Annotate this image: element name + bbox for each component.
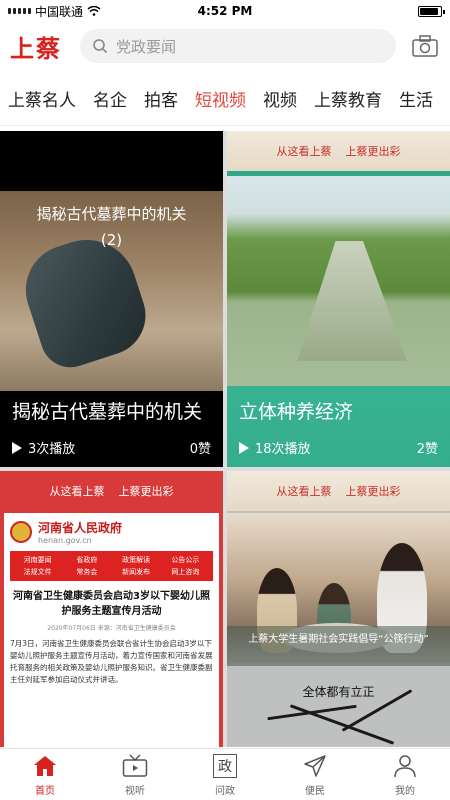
gov-site-url: henan.gov.cn	[38, 536, 92, 545]
banner-left: 从这看上蔡	[49, 485, 105, 498]
user-icon	[394, 755, 416, 778]
tv-icon	[122, 754, 148, 777]
video-title: 揭秘古代墓葬中的机关	[12, 401, 203, 423]
battery-icon	[418, 5, 445, 17]
camera-button[interactable]	[410, 31, 440, 61]
video-card[interactable]: 揭秘古代墓葬中的机关 (2) 揭秘古代墓葬中的机关 3次播放 0赞	[0, 131, 223, 467]
overlay-line-2: (2)	[100, 231, 123, 249]
banner-right: 上蔡更出彩	[345, 485, 401, 498]
gov-nav-item: 常务会	[76, 568, 98, 576]
video-card[interactable]: 从这看上蔡 上蔡更出彩 河南省人民政府 henan.gov.cn 河南要闻 省政…	[0, 471, 223, 747]
doc-body: 7月3日，河南省卫生健康委员会联合省计生协会启动3岁以下婴幼儿照护服务主题宣传月…	[10, 639, 213, 684]
carrier-name: 中国联通	[35, 4, 84, 19]
zheng-icon: 政	[213, 754, 237, 778]
status-time: 4:52 PM	[197, 4, 253, 18]
video-banner: 从这看上蔡 上蔡更出彩	[227, 471, 450, 511]
app-header: 上蔡 党政要闻	[0, 22, 450, 70]
gov-site-name: 河南省人民政府	[38, 521, 123, 535]
tab-video[interactable]: 视频	[263, 86, 297, 111]
gov-nav-item: 河南要闻	[23, 556, 52, 564]
tab-short-video[interactable]: 短视频	[195, 86, 246, 111]
nav-label: 我的	[395, 786, 415, 797]
tab-enterprises[interactable]: 名企	[93, 86, 127, 111]
gov-nav-item: 省政府	[76, 556, 98, 564]
like-count: 2赞	[416, 442, 438, 457]
play-count: 18次播放	[255, 442, 311, 457]
banner-left: 从这看上蔡	[276, 145, 332, 158]
app-logo: 上蔡	[10, 33, 62, 63]
banner-left: 从这看上蔡	[276, 485, 332, 498]
channel-tabs: 上蔡名人 名企 拍客 短视频 视频 上蔡教育 生活	[0, 72, 450, 126]
overlay-line-1: 揭秘古代墓葬中的机关	[36, 205, 187, 223]
home-icon	[34, 756, 56, 776]
carrier-area: 中国联通	[8, 3, 158, 20]
banner-right: 上蔡更出彩	[345, 145, 401, 158]
gov-nav-item: 法规文件	[23, 568, 52, 576]
gov-nav-item: 政策解读	[122, 556, 151, 564]
nav-mine[interactable]: 我的	[360, 749, 450, 800]
video-grid: 揭秘古代墓葬中的机关 (2) 揭秘古代墓葬中的机关 3次播放 0赞 从这看上蔡 …	[0, 131, 450, 747]
doc-title: 河南省卫生健康委员会启动3岁以下婴幼儿照护服务主题宣传月活动	[13, 591, 210, 617]
wifi-icon	[87, 6, 101, 16]
doc-meta: 2020年07月06日 来源：河南省卫生健康委员会	[47, 625, 176, 632]
tab-life[interactable]: 生活	[399, 86, 433, 111]
gov-nav-item: 网上咨询	[171, 568, 200, 576]
camera-icon	[412, 35, 438, 57]
play-icon	[12, 441, 22, 454]
play-icon	[239, 441, 249, 454]
video-info: 揭秘古代墓葬中的机关 3次播放 0赞	[0, 387, 223, 467]
video-title: 立体种养经济	[239, 401, 354, 423]
nav-label: 便民	[305, 786, 325, 797]
search-placeholder: 党政要闻	[116, 37, 177, 56]
video-thumbnail: 河南省人民政府 henan.gov.cn 河南要闻 省政府 政策解读 公告公示 …	[4, 513, 219, 747]
video-card[interactable]: 从这看上蔡 上蔡更出彩 上蔡大学生暑期社会实践倡导“公筷行动” 全体都有立正	[227, 471, 450, 747]
tab-education[interactable]: 上蔡教育	[314, 86, 382, 111]
video-card[interactable]: 从这看上蔡 上蔡更出彩 立体种养经济 18次播放 2赞	[227, 131, 450, 467]
bottom-navigation: 首页 视听 政 问政 便民 我的	[0, 748, 450, 800]
video-info: 立体种养经济 18次播放 2赞	[227, 387, 450, 467]
nav-label: 问政	[215, 786, 235, 797]
nav-convenience[interactable]: 便民	[270, 749, 360, 800]
status-bar: 中国联通 4:52 PM	[0, 0, 450, 22]
emblem-icon	[10, 521, 32, 543]
search-bar[interactable]: 党政要闻	[80, 29, 396, 63]
send-icon	[304, 755, 326, 777]
gov-nav: 河南要闻 省政府 政策解读 公告公示 法规文件 常务会 新闻发布 网上咨询	[10, 551, 213, 581]
nav-inquiry[interactable]: 政 问政	[180, 749, 270, 800]
nav-home[interactable]: 首页	[0, 749, 90, 800]
search-icon	[93, 39, 108, 54]
nav-audiovisual[interactable]: 视听	[90, 749, 180, 800]
gov-nav-item: 新闻发布	[122, 568, 151, 576]
nav-label: 首页	[35, 786, 55, 797]
video-caption: 上蔡大学生暑期社会实践倡导“公筷行动”	[227, 626, 450, 666]
video-banner: 从这看上蔡 上蔡更出彩	[227, 131, 450, 171]
video-note: 全体都有立正	[302, 685, 375, 699]
video-banner: 从这看上蔡 上蔡更出彩	[0, 471, 223, 511]
thumbnail-overlay-text: 揭秘古代墓葬中的机关 (2)	[0, 201, 223, 253]
gov-nav-item: 公告公示	[171, 556, 200, 564]
signal-icon	[8, 8, 31, 14]
like-count: 0赞	[189, 442, 211, 457]
nav-label: 视听	[125, 786, 145, 797]
tab-paike[interactable]: 拍客	[144, 86, 178, 111]
tab-famous-people[interactable]: 上蔡名人	[8, 86, 76, 111]
play-count: 3次播放	[28, 442, 76, 457]
banner-right: 上蔡更出彩	[118, 485, 174, 498]
